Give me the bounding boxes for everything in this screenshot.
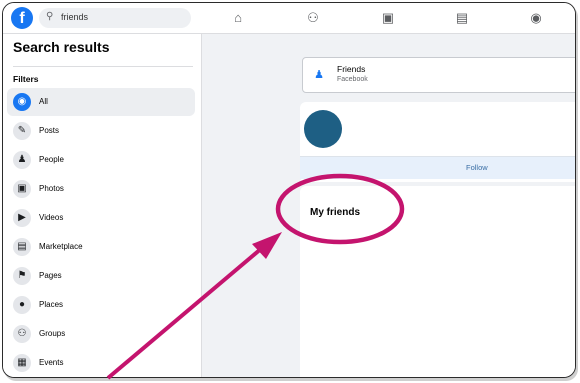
filter-item-marketplace[interactable]: ▤ Marketplace — [7, 233, 195, 261]
search-results-panel: ♟ Friends Facebook Follow My friends — [202, 34, 575, 377]
posts-icon: ✎ — [13, 122, 31, 140]
filter-item-groups[interactable]: ⚇ Groups — [7, 320, 195, 348]
videos-icon: ▶ — [13, 209, 31, 227]
people-icon: ♟ — [13, 151, 31, 169]
filter-item-videos[interactable]: ▶ Videos — [7, 204, 195, 232]
search-filters-sidebar: Search results Filters ◉ All ✎ Posts ♟ P… — [3, 34, 202, 377]
filter-label: People — [39, 155, 64, 164]
filter-label: Posts — [39, 126, 60, 135]
filters-heading: Filters — [13, 74, 39, 84]
avatar[interactable] — [304, 110, 342, 148]
follow-label: Follow — [466, 163, 488, 172]
friends-icon: ♟ — [314, 69, 324, 81]
filter-label: Marketplace — [39, 242, 83, 251]
filter-label: Videos — [39, 213, 64, 222]
filter-item-people[interactable]: ♟ People — [7, 146, 195, 174]
filter-label: All — [39, 97, 48, 106]
events-icon: ▦ — [13, 354, 31, 372]
top-navigation-bar: f ⚲ friends ⌂ ⚇ ▣ ▤ ◉ — [3, 3, 575, 34]
filter-item-all[interactable]: ◉ All — [7, 88, 195, 116]
marketplace-icon: ▤ — [13, 238, 31, 256]
search-icon: ⚲ — [46, 11, 54, 22]
places-pin-icon: ● — [13, 296, 31, 314]
groups-icon: ⚇ — [13, 325, 31, 343]
page-title: Search results — [13, 39, 110, 55]
facebook-logo-icon[interactable]: f — [11, 7, 33, 29]
filter-label: Pages — [39, 271, 62, 280]
filter-label: Events — [39, 358, 64, 367]
my-friends-section: My friends — [300, 186, 575, 377]
divider — [13, 66, 193, 67]
filter-label: Places — [39, 300, 64, 309]
filter-item-photos[interactable]: ▣ Photos — [7, 175, 195, 203]
profile-result-card: Follow — [300, 102, 575, 182]
search-value: friends — [61, 12, 89, 22]
filter-label: Groups — [39, 329, 66, 338]
friends-icon[interactable]: ⚇ — [304, 9, 322, 27]
filter-item-posts[interactable]: ✎ Posts — [7, 117, 195, 145]
watch-icon[interactable]: ▣ — [379, 9, 397, 27]
result-title: Friends — [337, 64, 366, 74]
search-input[interactable]: ⚲ friends — [39, 8, 191, 28]
filter-label: Photos — [39, 184, 64, 193]
pages-flag-icon: ⚑ — [13, 267, 31, 285]
filter-item-pages[interactable]: ⚑ Pages — [7, 262, 195, 290]
filter-item-places[interactable]: ● Places — [7, 291, 195, 319]
browser-frame: f ⚲ friends ⌂ ⚇ ▣ ▤ ◉ Search results Fil… — [2, 2, 576, 378]
follow-button[interactable]: Follow — [300, 156, 575, 179]
all-filter-icon: ◉ — [13, 93, 31, 111]
filter-item-events[interactable]: ▦ Events — [7, 349, 195, 377]
result-subtitle: Facebook — [337, 76, 368, 83]
photos-icon: ▣ — [13, 180, 31, 198]
home-icon[interactable]: ⌂ — [229, 9, 247, 27]
my-friends-heading[interactable]: My friends — [310, 207, 360, 218]
gaming-icon[interactable]: ◉ — [527, 9, 545, 27]
friends-page-result[interactable]: ♟ Friends Facebook — [302, 57, 575, 93]
marketplace-icon[interactable]: ▤ — [453, 9, 471, 27]
